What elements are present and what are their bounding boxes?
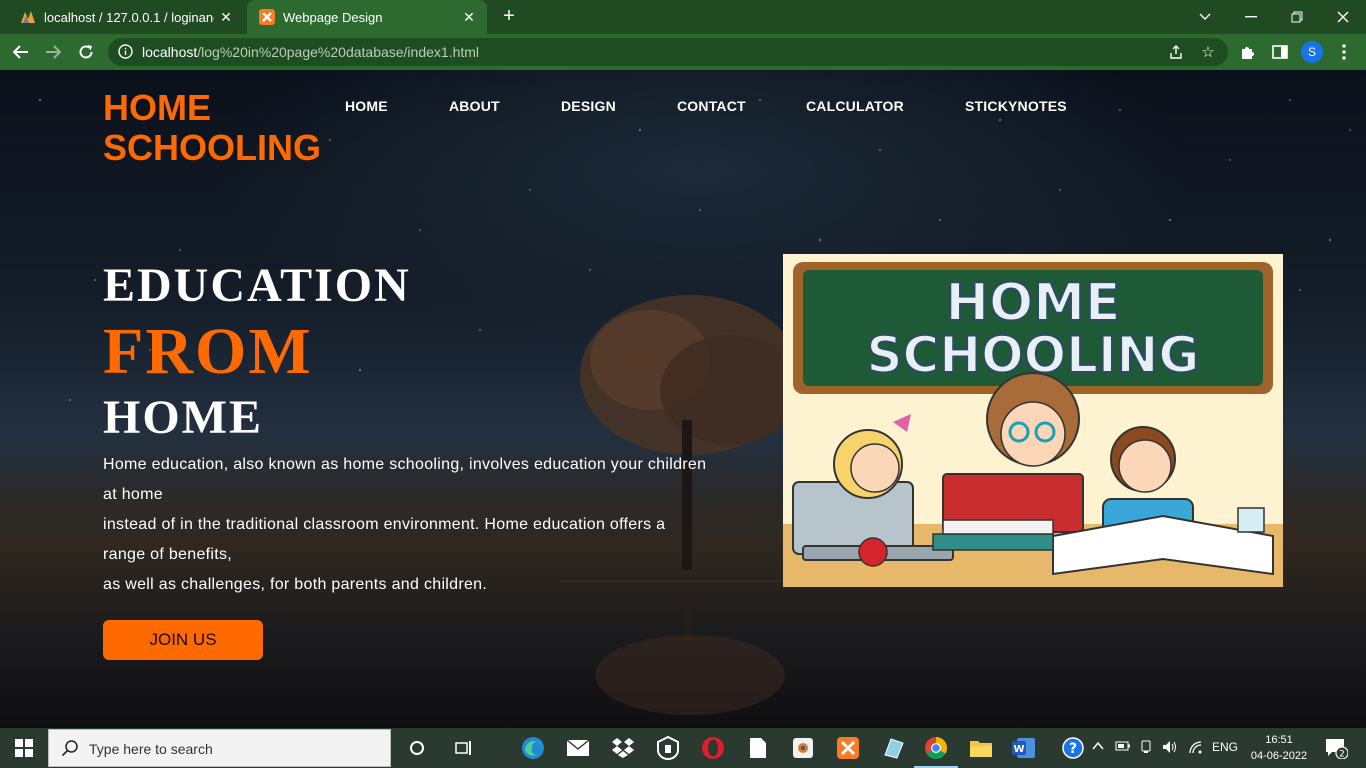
word-app-icon[interactable]: W: [1010, 734, 1038, 762]
notifications-icon[interactable]: 2: [1322, 734, 1350, 762]
sticky-app-icon[interactable]: [879, 734, 907, 762]
opera-browser-icon[interactable]: [699, 734, 727, 762]
logo-line-2: SCHOOLING: [103, 127, 322, 168]
browser-tab-strip: localhost / 127.0.0.1 / loginandre ✕ Web…: [0, 0, 1366, 34]
tab-title: localhost / 127.0.0.1 / loginandre: [44, 9, 214, 25]
svg-text:?: ?: [1069, 741, 1077, 757]
url-host: localhost: [142, 44, 198, 60]
task-view-icon[interactable]: [450, 734, 478, 762]
webpage-viewport: HOME SCHOOLING HOME ABOUT DESIGN CONTACT…: [0, 70, 1366, 728]
close-tab-icon[interactable]: ✕: [457, 9, 481, 26]
device-icon[interactable]: [1139, 740, 1153, 757]
clock-time: 16:51: [1265, 734, 1293, 746]
forward-arrow-icon[interactable]: [40, 39, 66, 65]
language-indicator[interactable]: ENG: [1212, 740, 1238, 754]
restore-icon[interactable]: [1274, 0, 1320, 34]
help-icon[interactable]: ?: [1059, 734, 1087, 762]
kebab-menu-icon[interactable]: [1332, 40, 1356, 64]
search-placeholder: Type here to search: [89, 741, 213, 757]
nav-link-contact[interactable]: CONTACT: [677, 98, 746, 114]
share-icon[interactable]: [1164, 40, 1188, 64]
chrome-browser-icon[interactable]: [914, 734, 958, 768]
url-text: localhost/log%20in%20page%20database/ind…: [142, 44, 479, 60]
notification-count: 2: [1339, 750, 1345, 760]
illustration-title-line-1: HOME: [946, 273, 1121, 333]
back-arrow-icon[interactable]: [8, 39, 34, 65]
site-info-icon[interactable]: [118, 44, 133, 64]
hero-heading-line-2: FROM: [103, 315, 313, 388]
system-clock[interactable]: 16:51 04-06-2022: [1248, 732, 1310, 764]
side-panel-icon[interactable]: [1268, 40, 1292, 64]
phpmyadmin-icon: [20, 9, 36, 25]
volume-icon[interactable]: [1162, 740, 1178, 757]
hero-heading-line-3: HOME: [103, 391, 263, 444]
address-bar[interactable]: localhost/log%20in%20page%20database/ind…: [108, 38, 1228, 66]
battery-icon[interactable]: [1115, 740, 1131, 754]
site-logo[interactable]: HOME SCHOOLING: [103, 88, 321, 168]
nav-link-stickynotes[interactable]: STICKYNOTES: [965, 98, 1067, 114]
description-line: range of benefits,: [103, 546, 233, 563]
description-line: as well as challenges, for both parents …: [103, 576, 488, 593]
profile-avatar[interactable]: S: [1301, 41, 1323, 63]
wifi-icon[interactable]: [1188, 740, 1204, 757]
cortana-icon[interactable]: [403, 734, 431, 762]
app-shield-icon[interactable]: [654, 734, 682, 762]
close-window-icon[interactable]: [1320, 0, 1366, 34]
tab-webpage-design[interactable]: Webpage Design ✕: [247, 0, 487, 34]
xampp-control-icon[interactable]: [834, 734, 862, 762]
tab-title: Webpage Design: [283, 9, 383, 25]
bookmark-star-icon[interactable]: ☆: [1196, 40, 1220, 64]
home-schooling-illustration: HOME SCHOOLING: [783, 254, 1283, 587]
logo-line-1: HOME: [103, 87, 211, 128]
nav-link-about[interactable]: ABOUT: [449, 98, 500, 114]
nav-link-home[interactable]: HOME: [345, 98, 388, 114]
hero-description: Home education, also known as home schoo…: [103, 450, 793, 600]
description-line: instead of in the traditional classroom …: [103, 516, 666, 533]
minimize-icon[interactable]: [1228, 0, 1274, 34]
windows-start-icon[interactable]: [0, 728, 48, 768]
xampp-icon: [259, 9, 275, 25]
extensions-puzzle-icon[interactable]: [1236, 40, 1260, 64]
taskbar-search-box[interactable]: Type here to search: [48, 729, 391, 767]
reload-icon[interactable]: [73, 39, 99, 65]
settings-app-icon[interactable]: [789, 734, 817, 762]
nav-link-design[interactable]: DESIGN: [561, 98, 616, 114]
show-hidden-icons-chevron-icon[interactable]: [1092, 740, 1104, 754]
file-explorer-icon[interactable]: [967, 734, 995, 762]
clock-date: 04-06-2022: [1250, 750, 1308, 762]
join-us-button[interactable]: JOIN US: [103, 620, 263, 660]
svg-text:W: W: [1013, 744, 1024, 755]
tab-phpmyadmin[interactable]: localhost / 127.0.0.1 / loginandre ✕: [8, 0, 244, 34]
edge-browser-icon[interactable]: [519, 734, 547, 762]
tab-search-chevron-icon[interactable]: [1182, 0, 1228, 34]
url-path: /log%20in%20page%20database/index1.html: [197, 44, 480, 60]
mail-icon[interactable]: [564, 734, 592, 762]
description-line: at home: [103, 486, 163, 503]
nav-link-calculator[interactable]: CALCULATOR: [806, 98, 904, 114]
new-tab-icon[interactable]: +: [498, 5, 520, 27]
description-line: Home education, also known as home schoo…: [103, 456, 707, 473]
search-icon: [61, 739, 79, 762]
close-tab-icon[interactable]: ✕: [214, 9, 238, 26]
dropbox-icon[interactable]: [609, 734, 637, 762]
windows-taskbar: Type here to search W ? ENG 16:51 04-06-…: [0, 728, 1366, 768]
document-file-icon[interactable]: [744, 734, 772, 762]
hero-heading-line-1: EDUCATION: [103, 259, 411, 312]
browser-toolbar: localhost/log%20in%20page%20database/ind…: [0, 34, 1366, 70]
